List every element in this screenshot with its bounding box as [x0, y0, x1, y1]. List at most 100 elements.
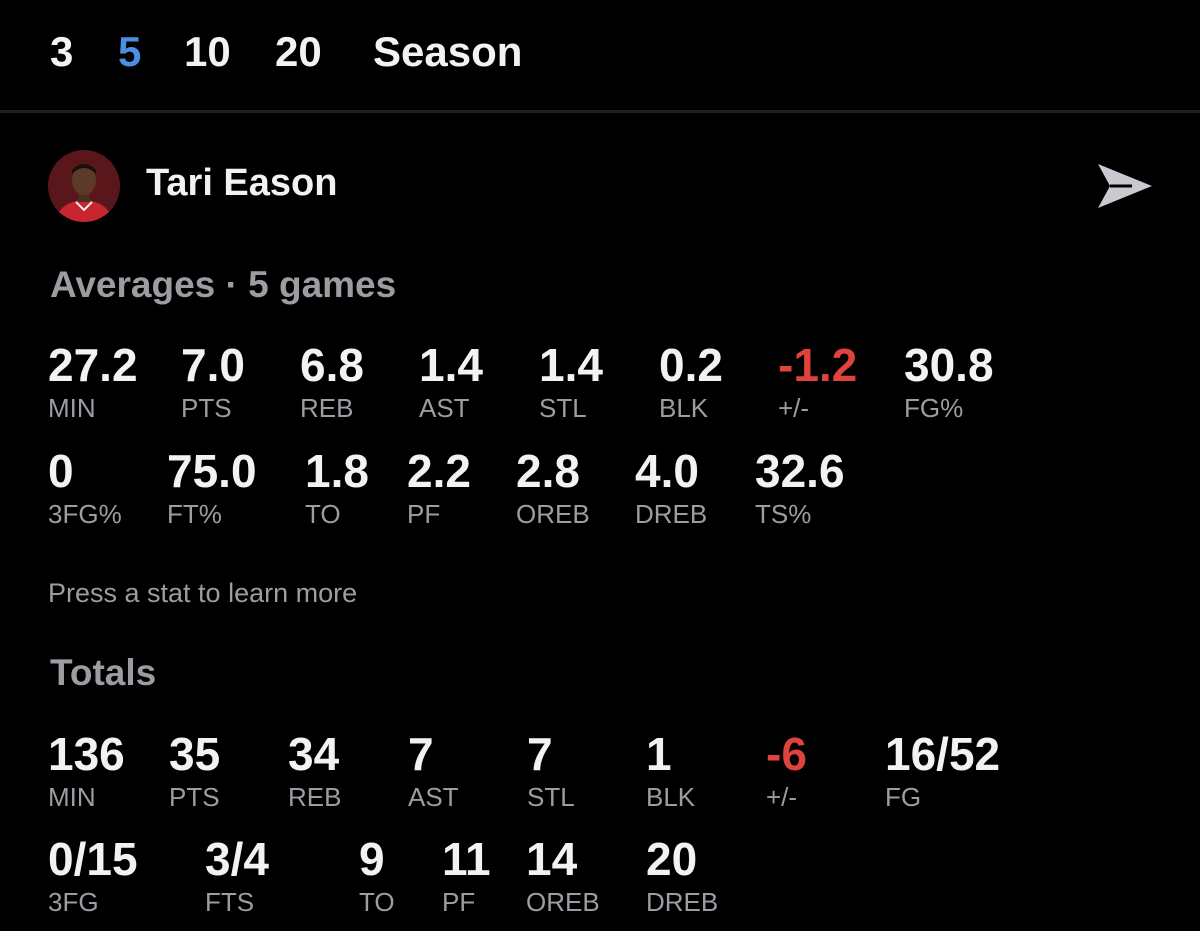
avg-stat-fg-pct[interactable]: 30.8 FG%	[904, 342, 994, 422]
stat-value: 0.2	[659, 339, 723, 391]
stat-value: 1.4	[419, 339, 483, 391]
total-stat-3fg[interactable]: 0/15 3FG	[48, 836, 138, 916]
stat-value: 16/52	[885, 728, 1001, 780]
stat-value: 2.8	[516, 445, 580, 497]
stat-value: 6.8	[300, 339, 364, 391]
stat-value: 20	[646, 833, 698, 885]
avg-stat-pts[interactable]: 7.0 PTS	[181, 342, 245, 422]
stat-label: STL	[527, 782, 575, 812]
total-stat-pts[interactable]: 35 PTS	[169, 731, 220, 811]
stat-value: 4.0	[635, 445, 699, 497]
player-avatar[interactable]	[48, 150, 120, 222]
stat-value: 0	[48, 445, 74, 497]
stat-label: PTS	[181, 393, 232, 423]
total-stat-plus-minus[interactable]: -6 +/-	[766, 731, 807, 811]
total-stat-oreb[interactable]: 14 OREB	[526, 836, 600, 916]
stat-value: 30.8	[904, 339, 994, 391]
stat-value: 0/15	[48, 833, 138, 885]
avg-stat-oreb[interactable]: 2.8 OREB	[516, 448, 590, 528]
averages-title: Averages · 5 games	[50, 264, 397, 305]
stat-value: 11	[442, 833, 491, 885]
stat-value: 1.8	[305, 445, 369, 497]
range-tabs: 3 5 10 20 Season	[0, 0, 1200, 108]
stat-label: PF	[442, 887, 476, 917]
total-stat-fts[interactable]: 3/4 FTS	[205, 836, 269, 916]
avg-stat-3fg-pct[interactable]: 0 3FG%	[48, 448, 122, 528]
send-icon	[1098, 164, 1152, 208]
stat-value: 136	[48, 728, 125, 780]
avg-stat-to[interactable]: 1.8 TO	[305, 448, 369, 528]
stat-value: 27.2	[48, 339, 138, 391]
total-stat-ast[interactable]: 7 AST	[408, 731, 459, 811]
stat-label: AST	[419, 393, 470, 423]
total-stat-reb[interactable]: 34 REB	[288, 731, 341, 811]
stat-value: 7	[527, 728, 553, 780]
stat-value: 1.4	[539, 339, 603, 391]
avg-stat-dreb[interactable]: 4.0 DREB	[635, 448, 707, 528]
avg-stat-ast[interactable]: 1.4 AST	[419, 342, 483, 422]
stat-label: DREB	[635, 499, 708, 529]
stat-label: BLK	[646, 782, 696, 812]
stat-value: 7	[408, 728, 434, 780]
hint-text: Press a stat to learn more	[48, 578, 358, 608]
total-stat-to[interactable]: 9 TO	[359, 836, 395, 916]
stat-value: 14	[526, 833, 578, 885]
stat-label: STL	[539, 393, 587, 423]
stat-label: OREB	[516, 499, 590, 529]
avg-stat-ts-pct[interactable]: 32.6 TS%	[755, 448, 845, 528]
stat-label: MIN	[48, 393, 96, 423]
stat-value: 35	[169, 728, 221, 780]
stat-label: +/-	[778, 393, 810, 423]
stat-label: +/-	[766, 782, 798, 812]
avg-stat-min[interactable]: 27.2 MIN	[48, 342, 138, 422]
total-stat-pf[interactable]: 11 PF	[442, 836, 491, 916]
stat-label: BLK	[659, 393, 709, 423]
totals-title: Totals	[50, 652, 157, 693]
avg-stat-ft-pct[interactable]: 75.0 FT%	[167, 448, 257, 528]
tab-season[interactable]: Season	[373, 28, 522, 76]
stat-label: 3FG	[48, 887, 99, 917]
tab-20-games[interactable]: 20	[275, 28, 322, 76]
stat-label: FG	[885, 782, 922, 812]
stat-label: AST	[408, 782, 459, 812]
stat-value: 1	[646, 728, 672, 780]
stat-label: OREB	[526, 887, 600, 917]
stat-label: REB	[300, 393, 354, 423]
tab-10-games[interactable]: 10	[184, 28, 231, 76]
total-stat-min[interactable]: 136 MIN	[48, 731, 125, 811]
stat-value: -6	[766, 728, 807, 780]
avg-stat-plus-minus[interactable]: -1.2 +/-	[778, 342, 857, 422]
stat-label: DREB	[646, 887, 719, 917]
stat-label: PTS	[169, 782, 220, 812]
avg-stat-stl[interactable]: 1.4 STL	[539, 342, 603, 422]
stat-label: REB	[288, 782, 342, 812]
stat-value: 32.6	[755, 445, 845, 497]
total-stat-blk[interactable]: 1 BLK	[646, 731, 695, 811]
stat-label: FTS	[205, 887, 255, 917]
stat-label: TO	[359, 887, 395, 917]
avg-stat-reb[interactable]: 6.8 REB	[300, 342, 364, 422]
stat-value: 2.2	[407, 445, 471, 497]
stat-label: MIN	[48, 782, 96, 812]
stat-value: 7.0	[181, 339, 245, 391]
stat-label: TO	[305, 499, 341, 529]
share-button[interactable]	[1092, 158, 1156, 214]
total-stat-stl[interactable]: 7 STL	[527, 731, 575, 811]
stat-label: FG%	[904, 393, 964, 423]
total-stat-fg[interactable]: 16/52 FG	[885, 731, 1000, 811]
divider	[0, 110, 1200, 113]
tab-3-games[interactable]: 3	[50, 28, 73, 76]
player-headshot-icon	[48, 150, 120, 222]
player-name[interactable]: Tari Eason	[146, 162, 337, 205]
stat-value: 3/4	[205, 833, 269, 885]
stat-value: -1.2	[778, 339, 858, 391]
stat-label: FT%	[167, 499, 222, 529]
avg-stat-blk[interactable]: 0.2 BLK	[659, 342, 723, 422]
stat-value: 9	[359, 833, 385, 885]
total-stat-dreb[interactable]: 20 DREB	[646, 836, 718, 916]
avg-stat-pf[interactable]: 2.2 PF	[407, 448, 471, 528]
stat-label: TS%	[755, 499, 812, 529]
tab-5-games[interactable]: 5	[118, 28, 141, 76]
stat-value: 34	[288, 728, 340, 780]
stat-label: 3FG%	[48, 499, 122, 529]
